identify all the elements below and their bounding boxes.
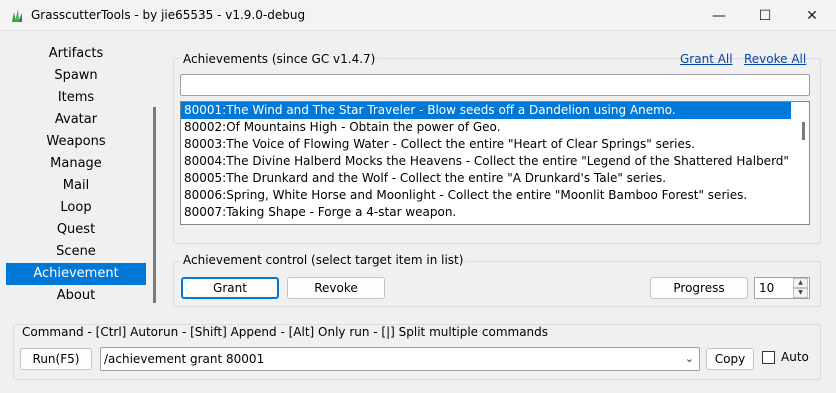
revoke-button[interactable]: Revoke: [287, 277, 385, 299]
achievement-listbox[interactable]: 80001:The Wind and The Star Traveler - B…: [180, 101, 810, 225]
nav-item-artifacts[interactable]: Artifacts: [6, 43, 146, 65]
command-text: /achievement grant 80001: [104, 352, 265, 366]
title-bar: GrasscutterTools - by jie65535 - v1.9.0-…: [0, 0, 836, 31]
nav-item-loop[interactable]: Loop: [6, 197, 146, 219]
run-button[interactable]: Run(F5): [20, 348, 92, 370]
command-input[interactable]: /achievement grant 80001 ⌄: [100, 347, 700, 371]
achievement-control-label: Achievement control (select target item …: [180, 253, 467, 267]
copy-button[interactable]: Copy: [706, 348, 754, 370]
close-button[interactable]: ✕: [789, 0, 835, 31]
achievement-list-item[interactable]: 80007:Taking Shape - Forge a 4-star weap…: [181, 204, 791, 221]
achievement-list-item[interactable]: 80002:Of Mountains High - Obtain the pow…: [181, 119, 791, 136]
nav-item-manage[interactable]: Manage: [6, 153, 146, 175]
command-label: Command - [Ctrl] Autorun - [Shift] Appen…: [19, 325, 552, 339]
minimize-button[interactable]: —: [696, 0, 742, 31]
nav-item-avatar[interactable]: Avatar: [6, 109, 146, 131]
grant-button[interactable]: Grant: [181, 277, 279, 299]
list-scrollbar[interactable]: [802, 122, 805, 140]
achievement-list-item[interactable]: 80001:The Wind and The Star Traveler - B…: [181, 102, 791, 119]
nav-item-about[interactable]: About: [6, 285, 146, 307]
achievement-list-item[interactable]: 80003:The Voice of Flowing Water - Colle…: [181, 136, 791, 153]
chevron-down-icon[interactable]: ⌄: [685, 348, 694, 370]
achievement-list-item[interactable]: 80006:Spring, White Horse and Moonlight …: [181, 187, 791, 204]
progress-button[interactable]: Progress: [650, 277, 748, 299]
nav-item-weapons[interactable]: Weapons: [6, 131, 146, 153]
auto-checkbox[interactable]: [762, 351, 775, 364]
nav-item-mail[interactable]: Mail: [6, 175, 146, 197]
achievements-group-label: Achievements (since GC v1.4.7): [180, 52, 379, 66]
maximize-button[interactable]: ☐: [742, 0, 788, 31]
nav-item-quest[interactable]: Quest: [6, 219, 146, 241]
nav-item-achievement[interactable]: Achievement: [6, 263, 146, 285]
nav-list: Artifacts Spawn Items Avatar Weapons Manage Ma…: [6, 43, 146, 307]
achievement-filter-input[interactable]: [180, 74, 810, 96]
nav-item-scene[interactable]: Scene: [6, 241, 146, 263]
nav-item-spawn[interactable]: Spawn: [6, 65, 146, 87]
nav-scrollbar[interactable]: [153, 107, 156, 303]
nav-item-items[interactable]: Items: [6, 87, 146, 109]
app-grass-icon: [12, 9, 22, 22]
window-title: GrasscutterTools - by jie65535 - v1.9.0-…: [31, 8, 306, 22]
achievement-list-item[interactable]: 80005:The Drunkard and the Wolf - Collec…: [181, 170, 791, 187]
spin-down-icon[interactable]: ▼: [793, 288, 808, 298]
achievement-list-item[interactable]: 80004:The Divine Halberd Mocks the Heave…: [181, 153, 791, 170]
grant-all-link[interactable]: Grant All: [680, 52, 733, 66]
revoke-all-link[interactable]: Revoke All: [744, 52, 806, 66]
spin-up-icon[interactable]: ▲: [793, 278, 808, 288]
auto-label: Auto: [781, 350, 809, 364]
